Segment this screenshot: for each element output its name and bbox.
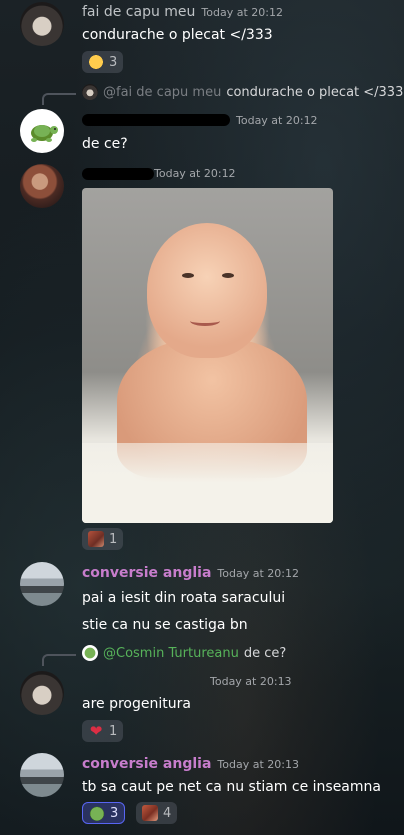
reaction-button[interactable]: 3 (82, 51, 124, 73)
redacted-author (82, 168, 154, 180)
timestamp: Today at 20:12 (217, 567, 299, 580)
avatar[interactable] (20, 164, 64, 208)
message-text: stie ca nu se castiga bn (82, 617, 248, 633)
image-attachment[interactable] (82, 188, 333, 523)
reaction-count: 3 (110, 805, 119, 821)
reply-preview[interactable]: @Cosmin Turtureanu de ce? (82, 645, 286, 661)
timestamp: Today at 20:12 (236, 114, 318, 127)
avatar[interactable] (20, 671, 64, 715)
message-header: fai de capu meu Today at 20:12 (82, 4, 283, 20)
author-name[interactable]: conversie anglia (82, 565, 211, 581)
message-text: pai a iesit din roata saracului (82, 590, 286, 606)
message-text: condurache o plecat </333 (82, 27, 273, 43)
turtle-icon (31, 125, 58, 142)
painting-face-icon (88, 531, 104, 547)
reply-preview[interactable]: @fai de capu meu condurache o plecat </3… (82, 84, 403, 100)
message-text: tb sa caut pe net ca nu stiam ce inseamn… (82, 779, 381, 795)
avatar[interactable] (20, 109, 64, 153)
reaction-count: 3 (109, 54, 118, 70)
reply-avatar (82, 84, 98, 100)
reply-text: condurache o plecat </333 (226, 84, 404, 100)
reply-text: de ce? (243, 645, 287, 661)
avatar[interactable] (20, 753, 64, 797)
reply-connector (42, 93, 76, 105)
author-name[interactable]: conversie anglia (82, 756, 211, 772)
message-header: conversie anglia Today at 20:12 (82, 565, 299, 581)
crying-face-icon (88, 54, 104, 70)
reply-mention[interactable]: @fai de capu meu (103, 85, 221, 100)
message-header: conversie anglia Today at 20:13 (82, 756, 299, 772)
frog-icon (89, 805, 105, 821)
timestamp: Today at 20:12 (201, 6, 283, 19)
timestamp: Today at 20:13 (210, 675, 292, 688)
reply-connector (42, 654, 76, 666)
reaction-count: 4 (163, 805, 172, 821)
avatar[interactable] (20, 562, 64, 606)
redacted-author (82, 114, 230, 126)
red-heart-icon: ❤ (89, 722, 103, 740)
timestamp: Today at 20:12 (154, 167, 236, 180)
avatar[interactable] (20, 2, 64, 46)
message-text: de ce? (82, 136, 128, 152)
message-header: Today at 20:13 (204, 675, 292, 688)
reaction-count: 1 (109, 531, 118, 547)
reply-avatar (82, 645, 98, 661)
angry-face-icon (142, 805, 158, 821)
message-header: Today at 20:12 (230, 114, 318, 127)
reaction-button[interactable]: 3 (82, 802, 126, 824)
reaction-count: 1 (109, 723, 118, 739)
reaction-button[interactable]: 4 (136, 802, 178, 824)
reply-mention[interactable]: @Cosmin Turtureanu (103, 646, 239, 661)
message-header: Today at 20:12 (148, 167, 236, 180)
message-text: are progenitura (82, 696, 191, 712)
reaction-button[interactable]: ❤ 1 (82, 720, 124, 742)
author-name[interactable]: fai de capu meu (82, 4, 195, 20)
timestamp: Today at 20:13 (217, 758, 299, 771)
reaction-button[interactable]: 1 (82, 528, 124, 550)
